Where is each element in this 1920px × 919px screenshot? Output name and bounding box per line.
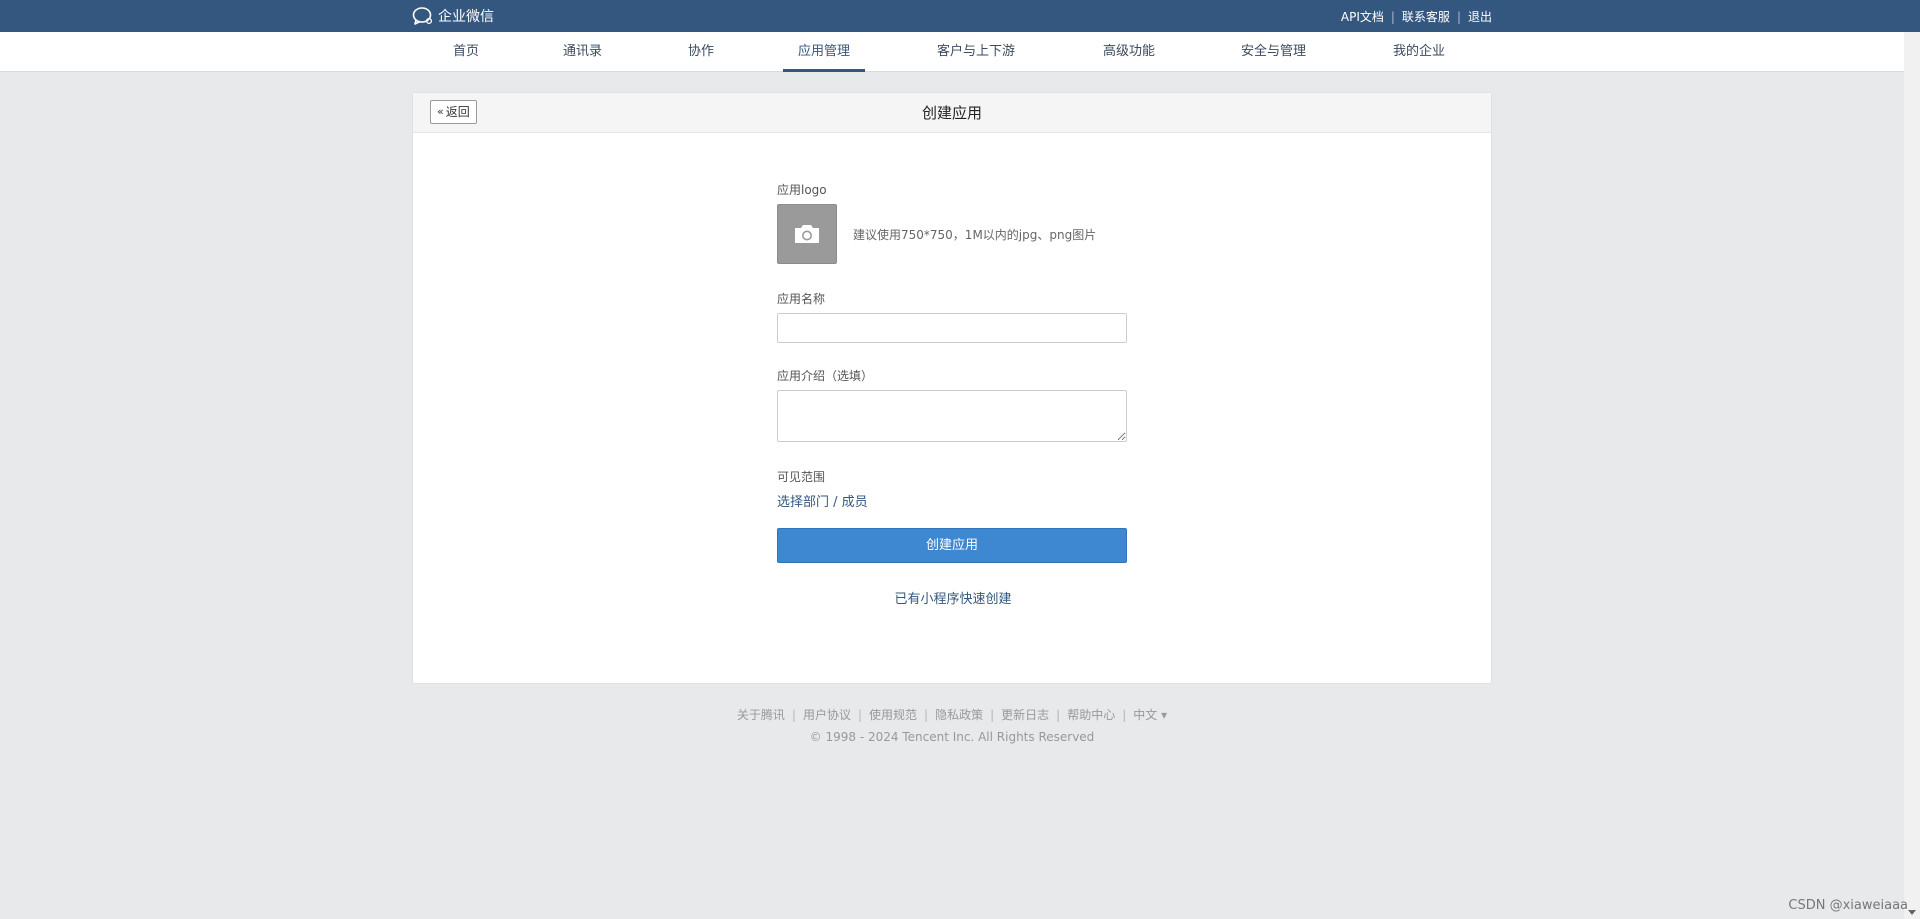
copyright: © 1998 - 2024 Tencent Inc. All Rights Re…: [809, 730, 1095, 744]
nav-contacts[interactable]: 通讯录: [563, 32, 602, 72]
app-name-input[interactable]: [777, 313, 1127, 343]
select-members-link[interactable]: 选择部门 / 成员: [777, 491, 1129, 510]
top-bar: 企业微信 API文档 | 联系客服 | 退出: [0, 0, 1920, 32]
api-docs-link[interactable]: API文档: [1341, 8, 1384, 25]
footer-link-changelog[interactable]: 更新日志: [1001, 708, 1049, 722]
footer-link-about[interactable]: 关于腾讯: [737, 708, 785, 722]
nav-my-company[interactable]: 我的企业: [1393, 32, 1445, 72]
card-header: « 返回 创建应用: [413, 93, 1491, 133]
nav-home[interactable]: 首页: [453, 32, 479, 72]
nav-customers[interactable]: 客户与上下游: [937, 32, 1015, 72]
watermark: CSDN @xiaweiaaa: [1788, 898, 1908, 913]
footer: 关于腾讯 | 用户协议 | 使用规范 | 隐私政策 | 更新日志 | 帮助中心 | 中文 ▾ © 199…: [412, 706, 1492, 744]
footer-links: 关于腾讯 | 用户协议 | 使用规范 | 隐私政策 | 更新日志 | 帮助中心 | 中文 ▾: [412, 706, 1492, 723]
footer-link-help[interactable]: 帮助中心: [1067, 708, 1115, 722]
nav-app-management[interactable]: 应用管理: [782, 32, 866, 72]
mini-program-create-link[interactable]: 已有小程序快速创建: [777, 588, 1129, 607]
divider: |: [1390, 9, 1395, 24]
page-title: 创建应用: [921, 104, 982, 122]
visibility-label: 可见范围: [777, 470, 826, 484]
logo-label: 应用logo: [777, 183, 827, 197]
create-app-form: 应用logo 建议使用750*750，1M以内的jpg、png图片 应用名称 应…: [777, 181, 1129, 607]
app-intro-label: 应用介绍（选填）: [777, 369, 874, 383]
language-select[interactable]: 中文 ▾: [1133, 708, 1167, 722]
logo-upload-button[interactable]: [777, 204, 837, 264]
divider: |: [990, 708, 995, 722]
chat-bubble-icon: [412, 7, 433, 25]
create-app-button[interactable]: 创建应用: [777, 528, 1127, 563]
divider: |: [857, 708, 863, 722]
brand-logo[interactable]: 企业微信: [412, 6, 494, 26]
scroll-down-icon[interactable]: [1908, 910, 1916, 915]
divider: |: [1122, 708, 1127, 722]
divider: |: [791, 708, 796, 722]
brand-name: 企业微信: [438, 9, 494, 25]
camera-icon: [795, 225, 819, 243]
app-name-label: 应用名称: [777, 292, 826, 306]
logout-link[interactable]: 退出: [1468, 8, 1492, 25]
footer-link-user-agreement[interactable]: 用户协议: [803, 708, 851, 722]
divider: |: [1456, 9, 1461, 24]
page-scrollbar[interactable]: [1904, 32, 1920, 919]
create-app-card: « 返回 创建应用 应用logo 建议使用750*750，1M以内的jpg、pn…: [412, 92, 1492, 684]
top-links: API文档 | 联系客服 | 退出: [1341, 8, 1492, 25]
footer-link-usage-rules[interactable]: 使用规范: [869, 708, 917, 722]
nav-collaboration[interactable]: 协作: [688, 32, 714, 72]
footer-link-privacy[interactable]: 隐私政策: [935, 708, 983, 722]
main-nav: 首页 通讯录 协作 应用管理 客户与上下游 高级功能 安全与管理 我的企业: [0, 32, 1904, 72]
app-intro-textarea[interactable]: [777, 390, 1127, 442]
logo-hint: 建议使用750*750，1M以内的jpg、png图片: [853, 227, 1097, 242]
divider: |: [1056, 708, 1061, 722]
logo-row: 建议使用750*750，1M以内的jpg、png图片: [777, 204, 1129, 264]
divider: |: [924, 708, 929, 722]
nav-advanced[interactable]: 高级功能: [1103, 32, 1155, 72]
nav-security[interactable]: 安全与管理: [1241, 32, 1306, 72]
contact-support-link[interactable]: 联系客服: [1402, 8, 1450, 25]
